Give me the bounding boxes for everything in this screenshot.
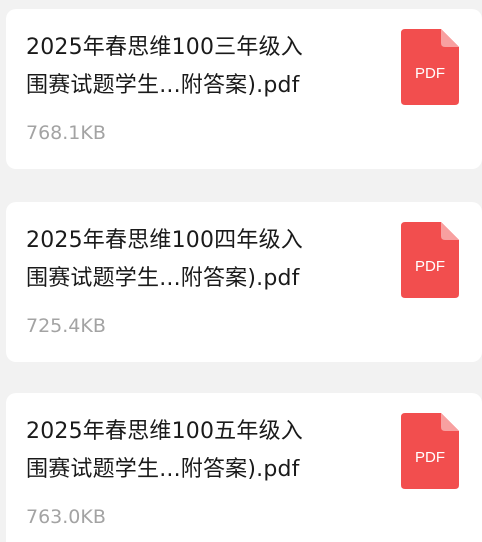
file-name-line-1: 2025年春思维100四年级入: [26, 228, 303, 253]
pdf-file-icon: PDF: [401, 29, 459, 105]
file-item[interactable]: 2025年春思维100四年级入 围赛试题学生...附答案).pdf 725.4K…: [6, 202, 482, 362]
file-name: 2025年春思维100四年级入 围赛试题学生...附答案).pdf: [26, 222, 371, 298]
file-name: 2025年春思维100三年级入 围赛试题学生...附答案).pdf: [26, 29, 371, 105]
pdf-file-icon: PDF: [401, 222, 459, 298]
file-size: 725.4KB: [26, 315, 106, 337]
file-name: 2025年春思维100五年级入 围赛试题学生...附答案).pdf: [26, 413, 371, 489]
file-size: 763.0KB: [26, 506, 106, 528]
pdf-icon-label: PDF: [415, 449, 445, 466]
pdf-file-icon: PDF: [401, 413, 459, 489]
file-item[interactable]: 2025年春思维100五年级入 围赛试题学生...附答案).pdf 763.0K…: [6, 393, 482, 542]
file-name-line-2: 围赛试题学生...附答案).pdf: [26, 457, 300, 482]
file-list: 2025年春思维100三年级入 围赛试题学生...附答案).pdf 768.1K…: [0, 0, 482, 542]
file-name-line-1: 2025年春思维100三年级入: [26, 35, 303, 60]
file-size: 768.1KB: [26, 122, 106, 144]
pdf-icon-label: PDF: [415, 258, 445, 275]
file-name-line-2: 围赛试题学生...附答案).pdf: [26, 266, 300, 291]
file-item[interactable]: 2025年春思维100三年级入 围赛试题学生...附答案).pdf 768.1K…: [6, 9, 482, 169]
file-name-line-1: 2025年春思维100五年级入: [26, 419, 303, 444]
file-name-line-2: 围赛试题学生...附答案).pdf: [26, 73, 300, 98]
pdf-icon-label: PDF: [415, 65, 445, 82]
